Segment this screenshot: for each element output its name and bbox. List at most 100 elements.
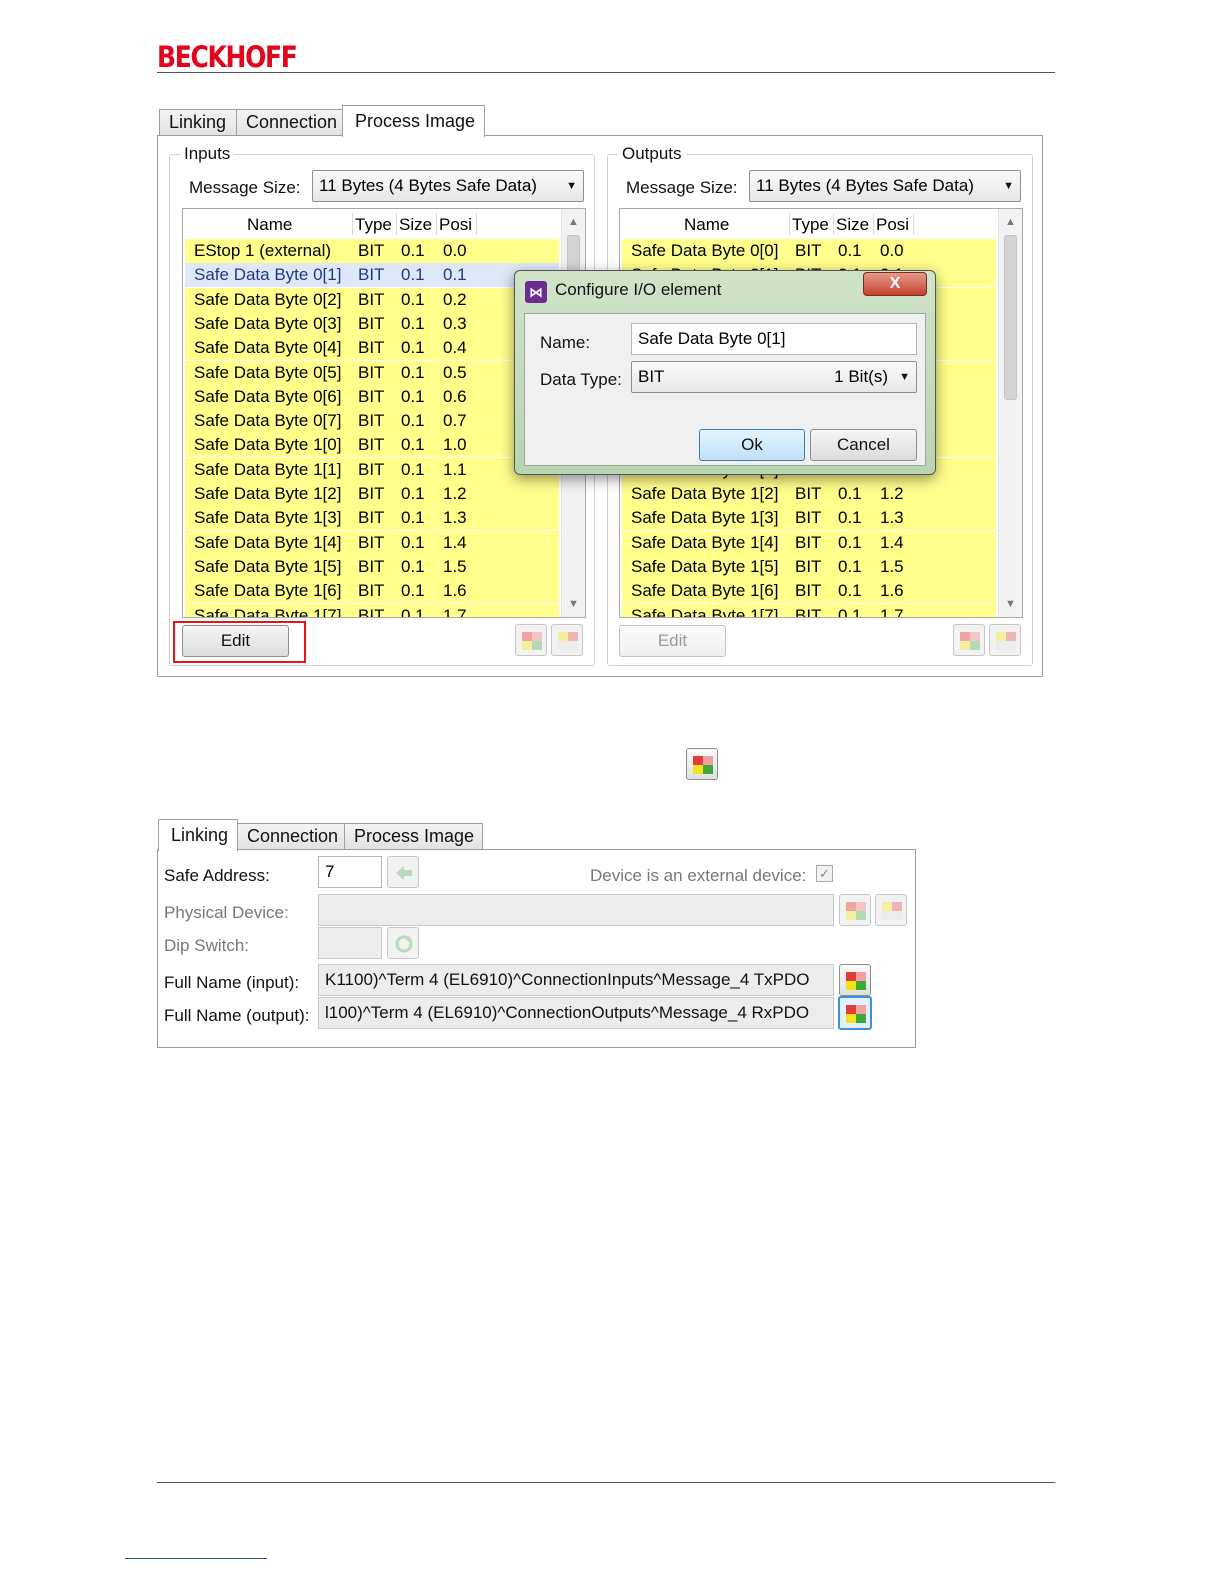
row-name: Safe Data Byte 0[0] (631, 241, 779, 260)
row-position: 0.4 (443, 338, 467, 358)
col-size[interactable]: Size (399, 215, 432, 235)
table-row[interactable]: Safe Data Byte 1[6] BIT 0.1 1.6 (622, 579, 996, 604)
col-type[interactable]: Type (792, 215, 829, 235)
checkmark-icon: ✓ (819, 866, 830, 881)
table-row[interactable]: Safe Data Byte 1[2] BIT 0.1 1.2 (622, 482, 996, 506)
row-name: Safe Data Byte 0[1] (194, 265, 342, 285)
scroll-up-icon[interactable]: ▲ (562, 212, 585, 232)
tab-process-image[interactable]: Process Image (344, 823, 483, 849)
tab-process-image[interactable]: Process Image (342, 105, 485, 137)
table-row[interactable]: Safe Data Byte 1[5] BIT 0.1 1.5 (185, 554, 559, 579)
table-row[interactable]: EStop 1 (external) BIT 0.1 0.0 (185, 239, 559, 263)
row-position: 1.6 (443, 581, 467, 601)
row-type: BIT (358, 265, 385, 285)
outputs-link-button[interactable] (953, 624, 985, 656)
inputs-message-size-value: 11 Bytes (4 Bytes Safe Data) (319, 176, 537, 195)
row-position: 0.0 (880, 241, 904, 260)
visual-studio-icon: ⋈ (525, 281, 547, 303)
tab-connection[interactable]: Connection (237, 823, 345, 849)
cancel-button[interactable]: Cancel (810, 429, 917, 461)
row-name: Safe Data Byte 1[3] (631, 508, 779, 528)
safe-address-apply-button[interactable] (387, 856, 419, 888)
safe-address-label: Safe Address: (164, 866, 270, 885)
scroll-thumb[interactable] (1004, 235, 1017, 400)
table-row[interactable]: Safe Data Byte 1[3] BIT 0.1 1.3 (622, 506, 996, 531)
table-row[interactable]: Safe Data Byte 1[2] BIT 0.1 1.2 (185, 482, 559, 506)
outputs-unlink-button[interactable] (989, 624, 1021, 656)
header-rule (157, 72, 1055, 73)
table-row[interactable]: Safe Data Byte 0[5] BIT 0.1 0.5 (185, 360, 559, 385)
inputs-unlink-button[interactable] (551, 624, 583, 656)
col-size[interactable]: Size (836, 215, 869, 235)
table-row[interactable]: Safe Data Byte 1[4] BIT 0.1 1.4 (622, 530, 996, 555)
row-size: 0.1 (401, 484, 425, 503)
scroll-down-icon[interactable]: ▼ (562, 594, 585, 614)
col-type[interactable]: Type (355, 215, 392, 235)
table-row[interactable]: Safe Data Byte 0[7] BIT 0.1 0.7 (185, 409, 559, 434)
table-row[interactable]: Safe Data Byte 1[4] BIT 0.1 1.4 (185, 530, 559, 555)
name-input[interactable]: Safe Data Byte 0[1] (631, 323, 917, 355)
inputs-message-size-select[interactable]: 11 Bytes (4 Bytes Safe Data) ▼ (312, 170, 584, 202)
row-position: 1.2 (443, 484, 467, 503)
external-device-label: Device is an external device: (590, 866, 807, 885)
row-name: Safe Data Byte 0[2] (194, 289, 342, 309)
outputs-title: Outputs (618, 144, 686, 164)
physical-device-field[interactable] (318, 894, 834, 926)
safe-address-input[interactable]: 7 (318, 856, 382, 888)
scroll-down-icon[interactable]: ▼ (999, 594, 1022, 614)
table-row[interactable]: Safe Data Byte 1[7] BIT 0.1 1.7 (185, 603, 559, 618)
table-row[interactable]: Safe Data Byte 1[5] BIT 0.1 1.5 (622, 554, 996, 579)
full-name-output-field[interactable]: l100)^Term 4 (EL6910)^ConnectionOutputs^… (318, 997, 834, 1029)
tab-linking[interactable]: Linking (159, 109, 237, 135)
table-row[interactable]: Safe Data Byte 0[4] BIT 0.1 0.4 (185, 336, 559, 361)
col-name[interactable]: Name (247, 215, 292, 235)
table-row[interactable]: Safe Data Byte 0[6] BIT 0.1 0.6 (185, 384, 559, 409)
row-size: 0.1 (401, 459, 425, 479)
physical-device-unlink-button[interactable] (875, 894, 907, 926)
table-row[interactable]: Safe Data Byte 1[6] BIT 0.1 1.6 (185, 579, 559, 604)
row-name: EStop 1 (external) (194, 241, 332, 260)
unlink-variable-icon (996, 632, 1016, 650)
table-row[interactable]: Safe Data Byte 1[0] BIT 0.1 1.0 (185, 433, 559, 458)
outputs-message-size-select[interactable]: 11 Bytes (4 Bytes Safe Data) ▼ (749, 170, 1021, 202)
outputs-edit-button[interactable]: Edit (619, 625, 726, 657)
data-type-select[interactable]: BIT 1 Bit(s) ▼ (631, 361, 917, 393)
table-row[interactable]: Safe Data Byte 1[3] BIT 0.1 1.3 (185, 506, 559, 531)
full-name-input-link-button[interactable] (839, 964, 871, 996)
row-name: Safe Data Byte 1[7] (194, 605, 342, 618)
inputs-link-button[interactable] (515, 624, 547, 656)
scroll-up-icon[interactable]: ▲ (999, 212, 1022, 232)
ok-button[interactable]: Ok (699, 429, 805, 461)
table-row[interactable]: Safe Data Byte 1[7] BIT 0.1 1.7 (622, 603, 996, 617)
full-name-input-field[interactable]: K1100)^Term 4 (EL6910)^ConnectionInputs^… (318, 964, 834, 996)
link-variable-icon (960, 632, 980, 650)
tab-connection[interactable]: Connection (236, 109, 343, 135)
beckhoff-logo: BECKHOFF (157, 40, 298, 74)
col-name[interactable]: Name (684, 215, 729, 235)
table-row[interactable]: Safe Data Byte 1[1] BIT 0.1 1.1 (185, 457, 559, 482)
full-name-output-link-button[interactable] (838, 996, 872, 1030)
col-position[interactable]: Posi (876, 215, 909, 235)
table-row[interactable]: Safe Data Byte 0[2] BIT 0.1 0.2 (185, 287, 559, 312)
row-size: 0.1 (838, 484, 862, 503)
physical-device-link-button[interactable] (839, 894, 871, 926)
table-row[interactable]: Safe Data Byte 0[1] BIT 0.1 0.1 (185, 263, 559, 288)
table-row[interactable]: Safe Data Byte 0[0] BIT 0.1 0.0 (622, 239, 996, 263)
external-device-checkbox[interactable]: ✓ (816, 865, 833, 882)
dialog-title: Configure I/O element (555, 280, 722, 299)
close-button[interactable]: X (863, 272, 927, 296)
row-position: 0.2 (443, 289, 467, 309)
dip-switch-refresh-button[interactable] (387, 927, 419, 959)
inputs-edit-button[interactable]: Edit (182, 625, 289, 657)
row-type: BIT (795, 241, 822, 260)
tab-linking[interactable]: Linking (158, 819, 238, 851)
row-type: BIT (795, 532, 822, 552)
outputs-scrollbar[interactable]: ▲ ▼ (998, 209, 1022, 617)
row-name: Safe Data Byte 1[4] (194, 532, 342, 552)
col-position[interactable]: Posi (439, 215, 472, 235)
dip-switch-field[interactable] (318, 927, 382, 959)
row-type: BIT (358, 581, 385, 601)
table-row[interactable]: Safe Data Byte 0[3] BIT 0.1 0.3 (185, 311, 559, 336)
row-type: BIT (795, 556, 822, 576)
row-size: 0.1 (838, 532, 862, 552)
